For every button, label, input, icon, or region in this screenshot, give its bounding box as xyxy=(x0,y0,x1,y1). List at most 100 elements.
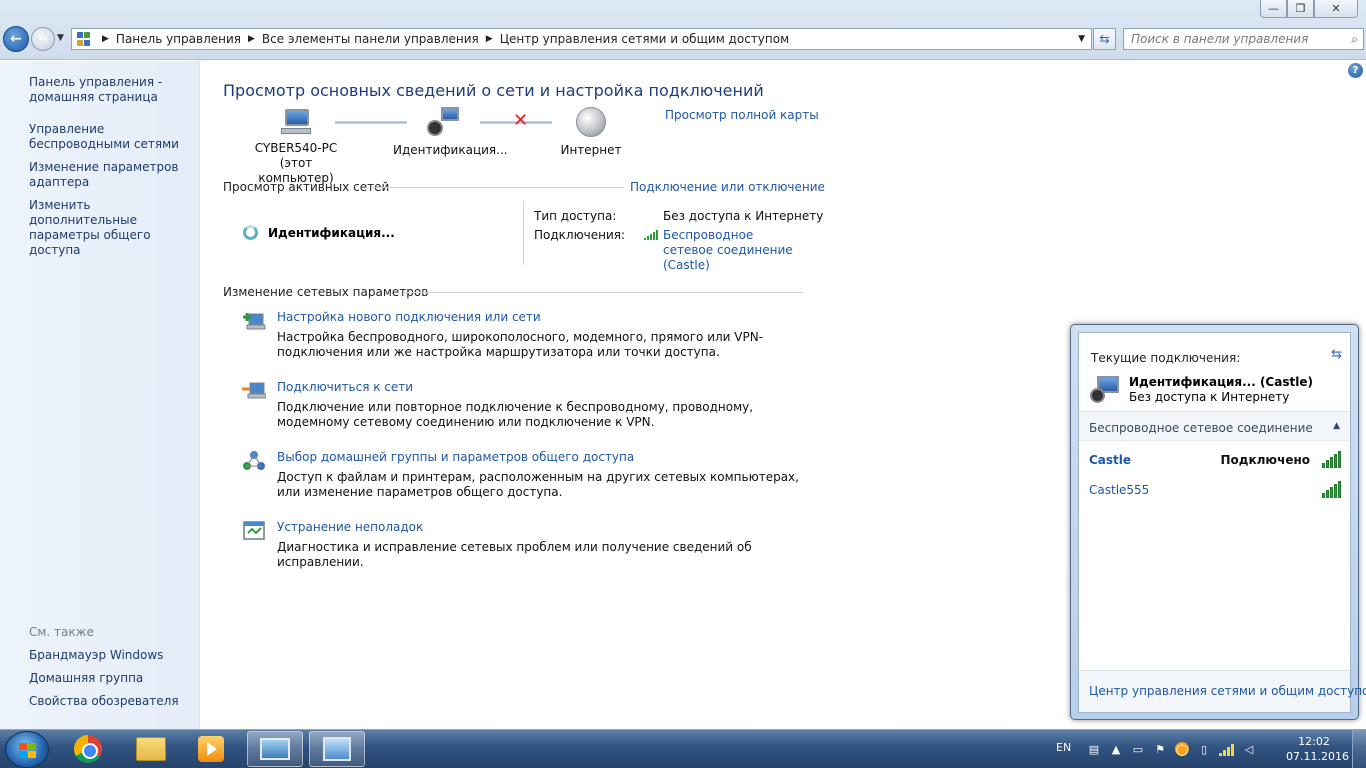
internet-label: Интернет xyxy=(560,143,622,157)
history-dropdown[interactable]: ▼ xyxy=(57,33,64,43)
full-map-link[interactable]: Просмотр полной карты xyxy=(665,108,819,122)
map-internet-node[interactable]: Интернет xyxy=(556,107,626,158)
see-also-title: См. также xyxy=(29,625,94,639)
wireless-section-label: Беспроводное сетевое соединение xyxy=(1089,421,1313,435)
troubleshoot-desc: Диагностика и исправление сетевых пробле… xyxy=(277,540,752,569)
connect-network-icon xyxy=(242,382,266,399)
homegroup-link[interactable]: Выбор домашней группы и параметров общег… xyxy=(277,450,634,464)
new-connection-link[interactable]: Настройка нового подключения или сети xyxy=(277,310,541,324)
windows-logo-icon xyxy=(19,743,36,758)
network-center-link[interactable]: Центр управления сетями и общим доступом xyxy=(1089,684,1366,698)
clock[interactable]: 12:02 07.11.2016 xyxy=(1286,734,1349,764)
search-box[interactable]: ⌕ xyxy=(1123,28,1364,50)
taskbar-photos[interactable] xyxy=(247,731,303,767)
task-connect-network: Подключиться к сети Подключение или повт… xyxy=(242,380,812,430)
task-new-connection: Настройка нового подключения или сети На… xyxy=(242,310,812,360)
page-title: Просмотр основных сведений о сети и наст… xyxy=(223,81,764,100)
breadcrumb-separator-icon[interactable]: ▶ xyxy=(486,34,493,44)
see-also-browser-properties[interactable]: Свойства обозревателя xyxy=(29,694,197,709)
taskbar-media-player[interactable] xyxy=(183,731,239,767)
breadcrumb-all-items[interactable]: Все элементы панели управления xyxy=(262,32,479,46)
troubleshoot-link[interactable]: Устранение неполадок xyxy=(277,520,423,534)
control-panel-icon xyxy=(77,32,91,46)
battery-icon[interactable]: ▯ xyxy=(1197,742,1211,756)
wifi-signal-icon xyxy=(1322,451,1341,468)
computer-icon xyxy=(279,107,313,137)
chevron-down-icon: ▼ xyxy=(57,33,64,43)
help-icon[interactable]: ? xyxy=(1348,63,1363,78)
network-item-castle[interactable]: Castle xyxy=(1089,453,1131,467)
flyout-connection-status: Без доступа к Интернету xyxy=(1129,390,1290,404)
arrow-right-icon: → xyxy=(37,32,49,46)
language-indicator[interactable]: EN xyxy=(1056,741,1071,754)
search-icon[interactable]: ⌕ xyxy=(1351,32,1358,47)
start-button[interactable] xyxy=(5,731,49,768)
new-connection-icon xyxy=(243,313,266,330)
homegroup-desc: Доступ к файлам и принтерам, расположенн… xyxy=(277,470,799,499)
active-network-name: Идентификация... xyxy=(268,225,395,240)
forward-button[interactable]: → xyxy=(31,27,55,51)
vertical-divider xyxy=(523,201,524,265)
breadcrumb-control-panel[interactable]: Панель управления xyxy=(116,32,241,46)
loading-spinner-icon xyxy=(243,225,258,240)
flyout-connection-name: Идентификация... (Castle) xyxy=(1129,375,1313,389)
taskbar-chrome[interactable] xyxy=(60,731,116,767)
chevron-up-icon[interactable]: ▲ xyxy=(1333,421,1340,431)
action-center-flag-icon[interactable]: ⚑ xyxy=(1153,742,1167,756)
display-icon[interactable]: ▭ xyxy=(1131,742,1145,756)
network-flyout: Текущие подключения: ⇆ Идентификация... … xyxy=(1070,324,1366,720)
window-titlebar: — ❐ ✕ ← → ▼ ▶ Панель управления ▶ Все эл… xyxy=(0,0,1366,60)
change-settings-title: Изменение сетевых параметров xyxy=(223,285,429,299)
network-castle-status: Подключено xyxy=(1220,453,1311,467)
refresh-button[interactable]: ⇆ xyxy=(1093,28,1116,50)
minimize-button[interactable]: — xyxy=(1260,0,1287,18)
wifi-tray-icon[interactable] xyxy=(1219,743,1234,756)
network-item-castle555[interactable]: Castle555 xyxy=(1089,483,1149,497)
address-dropdown-icon[interactable]: ▼ xyxy=(1078,34,1085,44)
chevron-up-icon[interactable]: ▲ xyxy=(1109,742,1123,756)
troubleshoot-icon xyxy=(243,521,265,540)
network-identifying-icon xyxy=(1089,375,1121,405)
task-homegroup: Выбор домашней группы и параметров общег… xyxy=(242,450,812,500)
taskbar-explorer[interactable] xyxy=(123,731,179,767)
new-connection-desc: Настройка беспроводного, широкополосного… xyxy=(277,330,764,359)
disconnected-x-icon: ✕ xyxy=(513,110,529,131)
sidebar-link-sharing[interactable]: Изменить дополнительные параметры общего… xyxy=(29,198,197,258)
flyout-refresh-icon[interactable]: ⇆ xyxy=(1331,347,1342,362)
refresh-icon: ⇆ xyxy=(1099,32,1110,46)
connect-disconnect-link[interactable]: Подключение или отключение xyxy=(630,180,825,194)
breadcrumb-separator-icon[interactable]: ▶ xyxy=(248,34,255,44)
see-also-homegroup[interactable]: Домашняя группа xyxy=(29,671,197,686)
app-tray-icon[interactable]: ◯ xyxy=(1175,742,1189,756)
sidebar-link-home[interactable]: Панель управления - домашняя страница xyxy=(29,75,197,105)
active-network: Идентификация... xyxy=(243,225,395,240)
maximize-button[interactable]: ❐ xyxy=(1287,0,1314,18)
sidebar-link-wireless[interactable]: Управление беспроводными сетями xyxy=(29,122,197,152)
computer-name: CYBER540-PC xyxy=(254,141,338,155)
chrome-icon xyxy=(74,735,102,763)
close-button[interactable]: ✕ xyxy=(1314,0,1358,18)
sidebar-link-adapter[interactable]: Изменение параметров адаптера xyxy=(29,160,197,190)
breadcrumb-separator-icon[interactable]: ▶ xyxy=(102,34,109,44)
wifi-signal-icon xyxy=(1322,481,1341,498)
wireless-connection-link[interactable]: Беспроводное сетевое соединение (Castle) xyxy=(663,228,803,273)
system-tray: ▤ ▲ ▭ ⚑ ◯ ▯ ◁ xyxy=(1087,742,1256,756)
search-input[interactable] xyxy=(1131,32,1341,46)
connect-network-link[interactable]: Подключиться к сети xyxy=(277,380,413,394)
wireless-section-header[interactable]: Беспроводное сетевое соединение ▲ xyxy=(1079,411,1350,441)
section-divider xyxy=(372,187,624,188)
address-bar[interactable]: ▶ Панель управления ▶ Все элементы панел… xyxy=(71,28,1092,50)
breadcrumb-network-center[interactable]: Центр управления сетями и общим доступом xyxy=(500,32,789,46)
map-network-node[interactable]: Идентификация... xyxy=(393,107,508,158)
homegroup-icon xyxy=(243,451,265,470)
back-button[interactable]: ← xyxy=(3,26,29,52)
task-troubleshoot: Устранение неполадок Диагностика и испра… xyxy=(242,520,812,569)
keyboard-icon[interactable]: ▤ xyxy=(1087,742,1101,756)
taskbar-control-panel[interactable] xyxy=(309,731,365,767)
network-identifying-icon xyxy=(427,107,461,137)
active-networks-title: Просмотр активных сетей xyxy=(223,180,390,194)
volume-icon[interactable]: ◁ xyxy=(1242,742,1256,756)
show-desktop-button[interactable] xyxy=(1352,730,1366,768)
see-also-firewall[interactable]: Брандмауэр Windows xyxy=(29,648,197,663)
left-pane: Панель управления - домашняя страница Уп… xyxy=(0,61,200,729)
